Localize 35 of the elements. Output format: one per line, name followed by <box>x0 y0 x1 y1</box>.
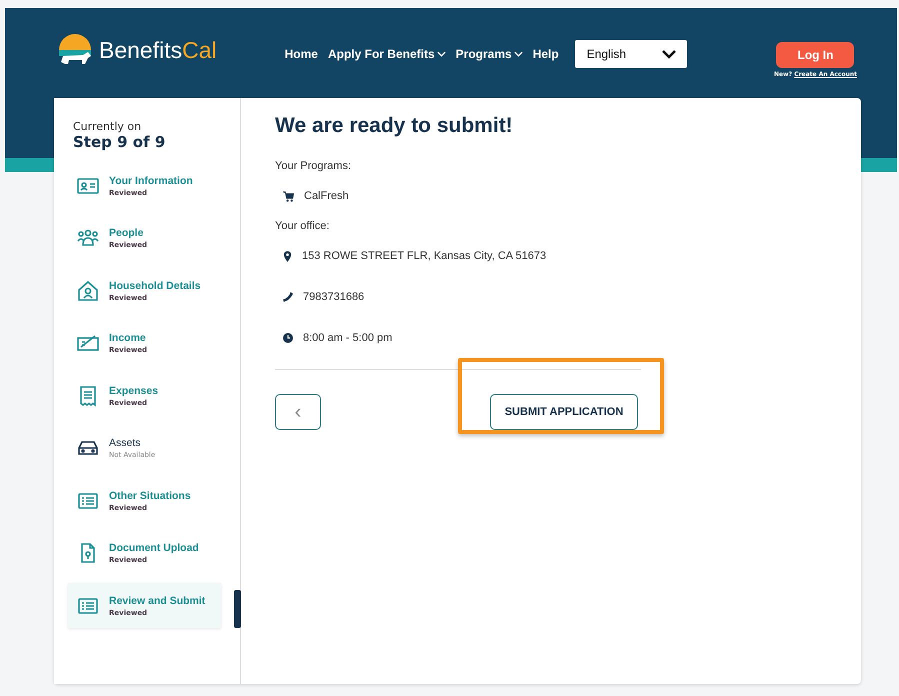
chevron-down-icon <box>436 51 446 57</box>
back-button[interactable]: ‹ <box>275 394 321 430</box>
chevron-down-icon <box>514 51 523 57</box>
nav-link[interactable]: Programs <box>456 47 523 61</box>
nav-link[interactable]: Home <box>284 47 318 61</box>
language-select[interactable]: English <box>574 40 687 68</box>
submit-application-button[interactable]: SUBMIT APPLICATION <box>490 394 638 430</box>
clock-icon <box>283 333 293 343</box>
cart-icon <box>283 190 294 202</box>
step-title: Income <box>109 332 147 344</box>
step-title: Other Situations <box>109 490 191 502</box>
step-title: People <box>109 227 144 239</box>
step-title: Review and Submit <box>109 594 206 606</box>
office-label: Your office: <box>275 220 330 232</box>
page-heading: We are ready to submit! <box>275 114 514 138</box>
step-title: Expenses <box>109 384 158 396</box>
step-title: Assets <box>109 437 142 449</box>
office-detail: 8:00 am - 5:00 pm <box>303 332 392 344</box>
current-step-indicator <box>234 590 241 628</box>
step-title: Your Information <box>109 174 193 186</box>
house-icon <box>76 278 100 302</box>
map-pin-icon <box>283 250 292 262</box>
office-detail: 7983731686 <box>303 291 364 303</box>
step-title: Document Upload <box>109 542 199 554</box>
logo-text: BenefitsCal <box>99 36 217 64</box>
step-caption: Currently on <box>72 120 142 133</box>
program-name: CalFresh <box>304 190 349 202</box>
logo[interactable]: BenefitsCal <box>55 32 217 68</box>
office-detail: 153 ROWE STREET FLR, Kansas City, CA 51673 <box>302 250 546 262</box>
step-title: Household Details <box>109 280 201 292</box>
step-counter: Step 9 of 9 <box>72 133 166 151</box>
nav-link[interactable]: Apply For Benefits <box>328 47 446 61</box>
chevron-down-icon <box>660 49 677 59</box>
programs-label: Your Programs: <box>275 160 352 172</box>
nav-link[interactable]: Help <box>532 47 559 61</box>
